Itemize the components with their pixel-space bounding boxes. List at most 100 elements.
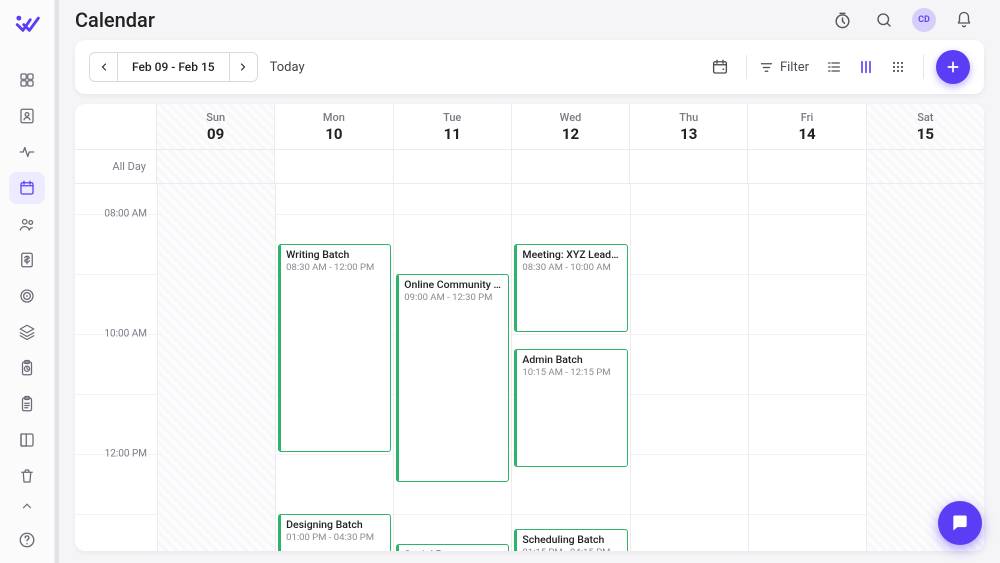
page-title: Calendar <box>75 8 155 32</box>
today-button[interactable]: Today <box>270 60 305 75</box>
billing-icon <box>18 251 36 269</box>
nav-activity[interactable] <box>9 136 45 168</box>
create-event-button[interactable] <box>936 50 970 84</box>
day-of-week-label: Wed <box>560 111 582 124</box>
nav-calendar[interactable] <box>9 172 45 204</box>
day-of-month-label: 10 <box>325 125 342 143</box>
allday-cell[interactable] <box>867 150 984 183</box>
nav-team[interactable] <box>9 208 45 240</box>
help-button[interactable] <box>9 525 45 555</box>
time-label: 12:00 PM <box>105 449 147 460</box>
day-of-week-label: Tue <box>443 111 461 124</box>
nav-layers[interactable] <box>9 316 45 348</box>
event-title: Social Responses Batch <box>404 548 503 551</box>
event-title: Meeting: XYZ Leadership <box>522 248 621 261</box>
day-of-week-label: Fri <box>801 111 814 124</box>
column-view-toggle[interactable] <box>853 54 879 80</box>
nav-dashboard[interactable] <box>9 64 45 96</box>
view-toggle-group <box>821 54 911 80</box>
nav-clipboard-list[interactable] <box>9 388 45 420</box>
nav-billing[interactable] <box>9 244 45 276</box>
event-title: Online Community Management <box>404 278 503 291</box>
allday-cell[interactable] <box>157 150 275 183</box>
event-title: Designing Batch <box>286 518 385 531</box>
allday-cell[interactable] <box>394 150 512 183</box>
nav-clipboard-time[interactable] <box>9 352 45 384</box>
filter-label: Filter <box>780 60 809 75</box>
main-area: Calendar CD <box>55 0 1000 563</box>
day-header-sun[interactable]: Sun09 <box>157 104 275 149</box>
day-column-fri[interactable] <box>749 184 867 551</box>
time-label: 08:00 AM <box>104 209 147 220</box>
allday-cell[interactable] <box>512 150 630 183</box>
date-range-label[interactable]: Feb 09 - Feb 15 <box>118 60 229 74</box>
allday-cell[interactable] <box>275 150 393 183</box>
calendar-scroll[interactable]: 08:00 AM10:00 AM12:00 PM02:00 PM04:00 PM… <box>75 184 984 551</box>
day-of-month-label: 15 <box>917 125 934 143</box>
user-avatar[interactable]: CD <box>912 8 936 32</box>
search-icon[interactable] <box>870 6 898 34</box>
day-header-thu[interactable]: Thu13 <box>630 104 748 149</box>
top-bar: Calendar CD <box>59 0 1000 40</box>
calendar-grid: Sun09Mon10Tue11Wed12Thu13Fri14Sat15 All … <box>75 104 984 551</box>
day-column-sun[interactable] <box>157 184 276 551</box>
clipboard-list-icon <box>18 395 36 413</box>
panel-icon <box>18 431 36 449</box>
allday-cell[interactable] <box>630 150 748 183</box>
calendar-event[interactable]: Meeting: XYZ Leadership08:30 AM - 10:00 … <box>514 244 627 332</box>
calendar-event[interactable]: Scheduling Batch01:15 PM - 04:15 PM <box>514 529 627 551</box>
day-column-sat[interactable] <box>867 184 984 551</box>
day-of-month-label: 13 <box>680 125 697 143</box>
clipboard-time-icon <box>18 359 36 377</box>
event-time: 10:15 AM - 12:15 PM <box>522 367 621 378</box>
event-title: Scheduling Batch <box>522 533 621 546</box>
activity-icon <box>18 143 36 161</box>
nav-target[interactable] <box>9 280 45 312</box>
calendar-event[interactable]: Admin Batch10:15 AM - 12:15 PM <box>514 349 627 467</box>
day-column-thu[interactable] <box>631 184 749 551</box>
grid-view-toggle[interactable] <box>885 54 911 80</box>
day-header-sat[interactable]: Sat15 <box>867 104 984 149</box>
team-icon <box>18 215 36 233</box>
day-header-tue[interactable]: Tue11 <box>394 104 512 149</box>
event-time: 01:15 PM - 04:15 PM <box>522 547 621 551</box>
calendar-event[interactable]: Writing Batch08:30 AM - 12:00 PM <box>278 244 391 452</box>
next-week-button[interactable] <box>229 53 257 81</box>
app-logo[interactable] <box>13 10 41 36</box>
calendar-icon <box>18 179 36 197</box>
nav-trash[interactable] <box>9 460 45 492</box>
day-of-month-label: 12 <box>562 125 579 143</box>
calendar-event[interactable]: Designing Batch01:00 PM - 04:30 PM <box>278 514 391 551</box>
day-of-month-label: 11 <box>444 125 461 143</box>
day-column-wed[interactable]: Meeting: XYZ Leadership08:30 AM - 10:00 … <box>512 184 630 551</box>
prev-week-button[interactable] <box>90 53 118 81</box>
day-of-week-label: Mon <box>323 111 345 124</box>
contact-icon <box>18 107 36 125</box>
left-nav-rail <box>0 0 55 563</box>
nav-contact[interactable] <box>9 100 45 132</box>
day-column-mon[interactable]: Writing Batch08:30 AM - 12:00 PM Designin… <box>276 184 394 551</box>
event-time: 08:30 AM - 10:00 AM <box>522 262 621 273</box>
calendar-event[interactable]: Social Responses Batch01:30 PM - 05:00 P… <box>396 544 509 551</box>
date-range-selector: Feb 09 - Feb 15 <box>89 52 258 82</box>
day-header-fri[interactable]: Fri14 <box>748 104 866 149</box>
allday-label: All Day <box>75 150 157 183</box>
event-title: Writing Batch <box>286 248 385 261</box>
allday-cell[interactable] <box>748 150 866 183</box>
timer-icon[interactable] <box>828 6 856 34</box>
list-view-toggle[interactable] <box>821 54 847 80</box>
nav-panel[interactable] <box>9 424 45 456</box>
chat-fab[interactable] <box>938 501 982 545</box>
calendar-event[interactable]: Online Community Management09:00 AM - 12… <box>396 274 509 482</box>
collapse-nav-button[interactable] <box>9 492 45 518</box>
day-of-week-label: Thu <box>679 111 698 124</box>
notifications-icon[interactable] <box>950 6 978 34</box>
day-of-week-label: Sat <box>917 111 933 124</box>
filter-button[interactable]: Filter <box>759 60 809 75</box>
day-column-tue[interactable]: Online Community Management09:00 AM - 12… <box>394 184 512 551</box>
calendar-picker-icon[interactable] <box>706 53 734 81</box>
dashboard-icon <box>18 71 36 89</box>
day-of-week-label: Sun <box>206 111 225 124</box>
day-header-mon[interactable]: Mon10 <box>275 104 393 149</box>
day-header-wed[interactable]: Wed12 <box>512 104 630 149</box>
